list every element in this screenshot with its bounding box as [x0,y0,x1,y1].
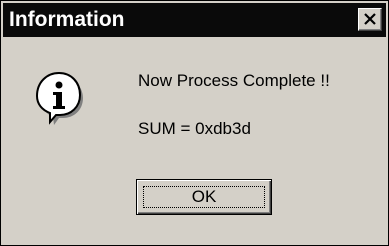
sum-text: SUM = 0xdb3d [138,119,251,138]
information-dialog: Information Now Process Complete !! SUM … [0,0,389,246]
dialog-title: Information [9,8,125,31]
message-text: Now Process Complete !! [138,71,330,90]
ok-button[interactable]: OK [136,179,272,215]
close-button[interactable] [358,8,382,31]
information-icon [33,69,89,125]
ok-button-label: OK [191,187,217,206]
title-bar[interactable]: Information [3,3,386,37]
close-icon [364,13,376,25]
